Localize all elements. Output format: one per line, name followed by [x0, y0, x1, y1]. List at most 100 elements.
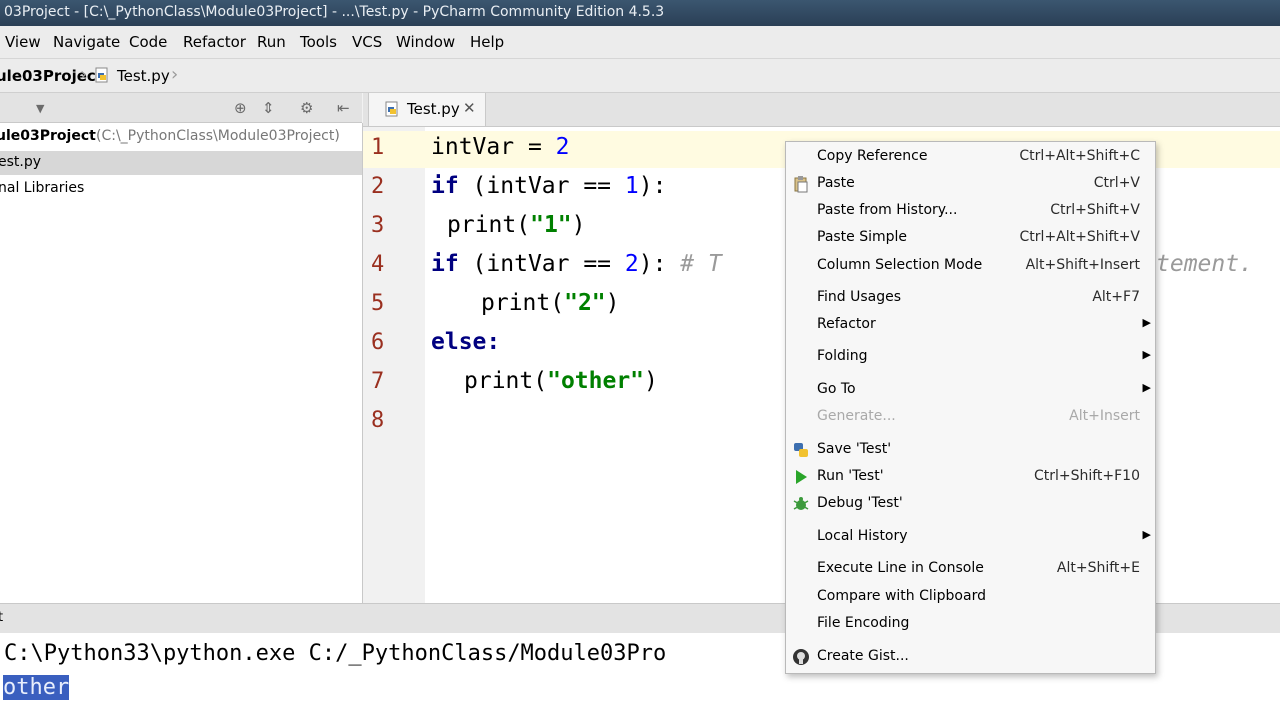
window-title: 03Project - [C:\_PythonClass\Module03Pro… — [4, 4, 665, 20]
menu-code[interactable]: Code — [129, 33, 167, 51]
menu-item-compare-with-clipboard[interactable]: Compare with Clipboard — [786, 584, 1155, 610]
code-line-7: print("other") — [464, 368, 658, 394]
menu-item-label: Debug 'Test' — [817, 495, 903, 511]
menu-item-shortcut: Alt+Insert — [1069, 408, 1140, 424]
collapse-all-icon[interactable]: ⇕ — [262, 99, 275, 117]
code-token: 2 — [624, 251, 639, 277]
menu-item-refactor[interactable]: Refactor ▶ — [786, 312, 1155, 338]
menu-item-copy-reference[interactable]: Copy Reference Ctrl+Alt+Shift+C — [786, 144, 1155, 170]
menu-item-file-encoding[interactable]: File Encoding — [786, 611, 1155, 637]
python-file-icon — [94, 67, 110, 83]
code-token: ) — [644, 368, 658, 394]
menu-refactor[interactable]: Refactor — [183, 33, 246, 51]
menu-vcs[interactable]: VCS — [352, 33, 382, 51]
tree-item-project-root[interactable]: ule03Project (C:\_PythonClass\Module03Pr… — [0, 125, 362, 149]
code-token: = — [514, 134, 556, 160]
window-title-bar: 03Project - [C:\_PythonClass\Module03Pro… — [0, 0, 1280, 26]
menu-navigate[interactable]: Navigate — [53, 33, 120, 51]
menu-item-run-test[interactable]: Run 'Test' Ctrl+Shift+F10 — [786, 464, 1155, 490]
code-token: 1 — [624, 173, 639, 199]
tree-item-label: nal Libraries — [0, 180, 85, 196]
menu-item-label: File Encoding — [817, 615, 910, 631]
chevron-right-icon: › — [171, 64, 179, 85]
code-token: if — [431, 251, 459, 277]
menu-item-shortcut: Alt+Shift+Insert — [1025, 257, 1140, 273]
code-line-2: if (intVar == 1): — [431, 173, 666, 199]
code-line-4: if (intVar == 2): # T — [431, 251, 722, 277]
code-token: ) — [571, 212, 586, 238]
chevron-right-icon: › — [80, 64, 88, 85]
breadcrumb: ule03Project › Test.py › — [0, 59, 1280, 93]
menu-item-paste-from-history[interactable]: Paste from History... Ctrl+Shift+V — [786, 198, 1155, 224]
tree-item-external-libraries[interactable]: nal Libraries — [0, 177, 362, 201]
scroll-from-source-icon[interactable]: ⊕ — [234, 99, 247, 117]
submenu-arrow-icon: ▶ — [1142, 348, 1151, 361]
project-panel-header: ▼ ⊕ ⇕ ⚙ ⇤ — [0, 93, 362, 123]
menu-item-folding[interactable]: Folding ▶ — [786, 344, 1155, 370]
code-comment-tail: tement. — [1156, 251, 1253, 277]
code-token: print( — [481, 290, 565, 316]
code-line-1: intVar = 2 — [431, 134, 570, 160]
breadcrumb-file[interactable]: Test.py — [117, 67, 170, 85]
breadcrumb-project[interactable]: ule03Project — [0, 67, 103, 85]
menu-item-generate: Generate... Alt+Insert — [786, 404, 1155, 430]
close-icon[interactable]: ✕ — [463, 99, 476, 117]
menu-item-label: Run 'Test' — [817, 468, 884, 484]
debug-icon — [792, 495, 810, 513]
menu-item-label: Copy Reference — [817, 148, 928, 164]
menu-item-label: Paste from History... — [817, 202, 958, 218]
menu-item-local-history[interactable]: Local History ▶ — [786, 524, 1155, 550]
python-icon — [792, 441, 810, 459]
menu-item-label: Paste Simple — [817, 229, 908, 245]
code-line-6: else: — [431, 329, 500, 355]
menu-item-shortcut: Alt+Shift+E — [1056, 560, 1140, 576]
python-file-icon — [384, 101, 400, 117]
code-token: else: — [431, 329, 501, 355]
menu-view[interactable]: View — [5, 33, 41, 51]
menu-run[interactable]: Run — [257, 33, 286, 51]
menu-window[interactable]: Window — [396, 33, 455, 51]
menu-item-shortcut: Ctrl+Alt+Shift+V — [1019, 229, 1140, 245]
gear-icon[interactable]: ⚙ — [300, 99, 313, 117]
menu-item-shortcut: Ctrl+Alt+Shift+C — [1019, 148, 1140, 164]
code-line-3: print("1") — [447, 212, 586, 238]
tab-test-py[interactable]: Test.py ✕ — [368, 93, 486, 126]
tree-item-test-file[interactable]: est.py — [0, 151, 362, 175]
menu-item-label: Create Gist... — [817, 648, 909, 664]
code-token: "1" — [530, 212, 572, 238]
line-number: 1 — [371, 135, 385, 160]
menu-item-find-usages[interactable]: Find Usages Alt+F7 — [786, 285, 1155, 311]
menu-item-save-test[interactable]: Save 'Test' — [786, 437, 1155, 463]
menu-item-shortcut: Ctrl+Shift+F10 — [1033, 468, 1140, 484]
code-token: (intVar == — [458, 173, 625, 199]
menu-item-debug-test[interactable]: Debug 'Test' — [786, 491, 1155, 517]
menu-item-go-to[interactable]: Go To ▶ — [786, 377, 1155, 403]
menu-help[interactable]: Help — [470, 33, 504, 51]
menu-bar: View Navigate Code Refactor Run Tools VC… — [0, 26, 1280, 59]
hide-panel-icon[interactable]: ⇤ — [337, 99, 350, 117]
menu-item-column-selection-mode[interactable]: Column Selection Mode Alt+Shift+Insert — [786, 253, 1155, 279]
project-tree: ule03Project (C:\_PythonClass\Module03Pr… — [0, 123, 363, 603]
code-comment: # T — [680, 251, 722, 277]
menu-item-label: Save 'Test' — [817, 441, 892, 457]
console-output: other — [3, 675, 70, 700]
code-token: print( — [447, 212, 531, 238]
menu-item-create-gist[interactable]: Create Gist... — [786, 644, 1155, 670]
menu-item-label: Compare with Clipboard — [817, 588, 986, 604]
menu-item-paste[interactable]: Paste Ctrl+V — [786, 171, 1155, 197]
menu-item-execute-line-in-console[interactable]: Execute Line in Console Alt+Shift+E — [786, 556, 1155, 582]
tree-item-path: (C:\_PythonClass\Module03Project) — [96, 128, 340, 144]
menu-item-label: Execute Line in Console — [817, 560, 984, 576]
code-token: ): — [638, 173, 667, 199]
code-token: intVar — [431, 134, 515, 160]
submenu-arrow-icon: ▶ — [1142, 528, 1151, 541]
menu-item-paste-simple[interactable]: Paste Simple Ctrl+Alt+Shift+V — [786, 225, 1155, 251]
line-number: 4 — [371, 252, 385, 277]
github-icon — [792, 648, 810, 666]
chevron-down-icon[interactable]: ▼ — [36, 102, 44, 115]
menu-item-shortcut: Ctrl+Shift+V — [1050, 202, 1140, 218]
code-token: 2 — [555, 134, 570, 160]
code-token: "2" — [564, 290, 606, 316]
menu-item-label: Refactor — [817, 316, 876, 332]
menu-tools[interactable]: Tools — [300, 33, 337, 51]
